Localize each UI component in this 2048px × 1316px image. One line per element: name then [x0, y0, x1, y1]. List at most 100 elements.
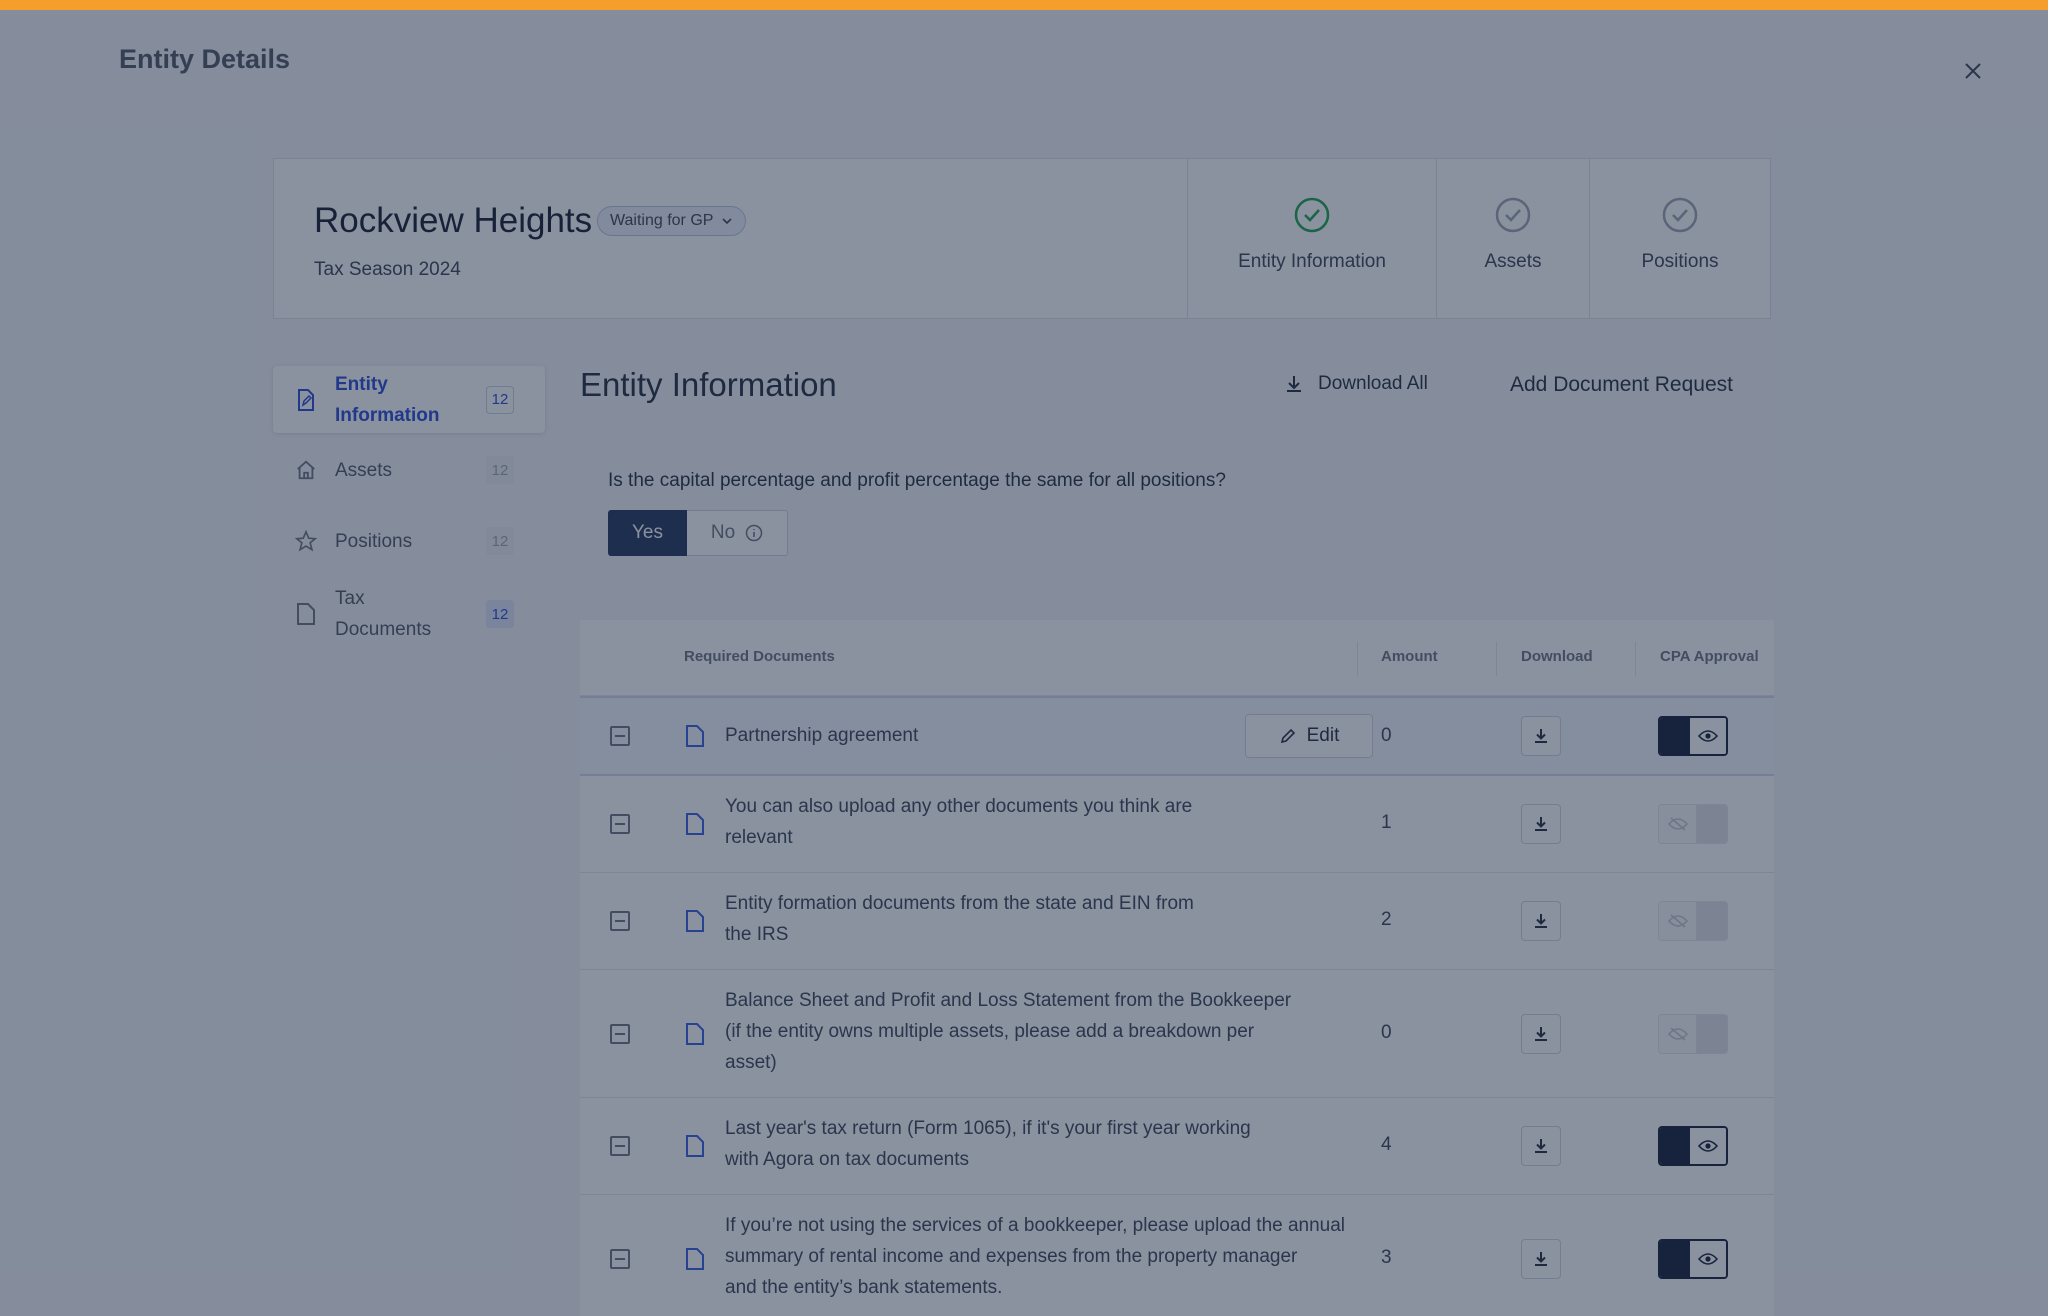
sidebar-item-positions[interactable]: Positions 12: [273, 513, 545, 569]
table-row[interactable]: Balance Sheet and Profit and Loss Statem…: [580, 970, 1774, 1098]
table-row[interactable]: Last year's tax return (Form 1065), if i…: [580, 1098, 1774, 1195]
download-icon: [1535, 1252, 1547, 1266]
accent-bar: [0, 0, 2048, 10]
check-circle-icon: [1495, 197, 1531, 233]
document-icon: [686, 1023, 704, 1045]
edit-label: Edit: [1306, 725, 1340, 746]
yes-option[interactable]: Yes: [608, 510, 687, 556]
sidebar-item-count: 12: [486, 600, 514, 628]
info-icon: [745, 524, 763, 542]
step-positions[interactable]: Positions: [1589, 159, 1770, 318]
toggle-track: [1660, 718, 1690, 754]
column-header-amount: Amount: [1381, 648, 1438, 665]
cpa-approval-toggle[interactable]: [1658, 901, 1728, 941]
status-dropdown[interactable]: Waiting for GP: [597, 206, 747, 236]
document-name: If you’re not using the services of a bo…: [725, 1215, 1346, 1298]
cpa-approval-toggle[interactable]: [1658, 1014, 1728, 1054]
check-circle-icon: [1662, 197, 1698, 233]
step-label: Assets: [1484, 251, 1542, 272]
sidebar-item-assets[interactable]: Assets 12: [273, 442, 545, 498]
column-divider: [1357, 642, 1358, 676]
cpa-approval-toggle[interactable]: [1658, 804, 1728, 844]
question-text: Is the capital percentage and profit per…: [608, 470, 1226, 491]
document-amount: 0: [1381, 725, 1392, 746]
eye-off-icon: [1659, 805, 1697, 843]
documents-table: Required Documents Amount Download CPA A…: [580, 620, 1774, 1316]
toggle-track: [1697, 902, 1727, 940]
add-document-request-button[interactable]: Add Document Request: [1510, 373, 1733, 397]
edit-button[interactable]: Edit: [1245, 714, 1373, 758]
star-icon: [295, 529, 317, 552]
check-circle-icon: [1294, 197, 1330, 233]
step-label: Positions: [1641, 251, 1719, 272]
document-amount: 4: [1381, 1134, 1392, 1155]
step-entity-information[interactable]: Entity Information: [1187, 159, 1436, 318]
collapse-toggle[interactable]: [610, 726, 630, 746]
cpa-approval-toggle[interactable]: [1658, 1239, 1728, 1279]
collapse-toggle[interactable]: [610, 1136, 630, 1156]
column-header-download: Download: [1521, 648, 1593, 665]
document-amount: 0: [1381, 1022, 1392, 1043]
collapse-toggle[interactable]: [610, 1249, 630, 1269]
tax-season: Tax Season 2024: [314, 259, 461, 280]
step-label: Entity Information: [1238, 251, 1386, 272]
download-all-label: Download All: [1318, 373, 1428, 394]
collapse-toggle[interactable]: [610, 911, 630, 931]
page-title: Entity Details: [119, 44, 291, 74]
collapse-toggle[interactable]: [610, 1024, 630, 1044]
sidebar-item-entity-information[interactable]: Entity Information 12: [273, 366, 545, 433]
sidebar-item-label: Entity Information: [335, 373, 440, 426]
eye-off-icon: [1659, 1015, 1697, 1053]
download-all-button[interactable]: Download All: [1284, 373, 1428, 395]
toggle-track: [1697, 1015, 1727, 1053]
entity-details-page: Entity Details Rockview Heights Waiting …: [0, 10, 2048, 1316]
document-name: You can also upload any other documents …: [725, 796, 1193, 848]
table-row[interactable]: You can also upload any other documents …: [580, 776, 1774, 873]
yes-no-toggle: Yes No: [608, 510, 788, 556]
sidebar-item-count: 12: [486, 456, 514, 484]
toggle-track: [1660, 1128, 1690, 1164]
cpa-approval-toggle[interactable]: [1658, 716, 1728, 756]
download-icon: [1535, 1139, 1547, 1153]
sidebar-item-label: Tax Documents: [335, 588, 432, 640]
download-button[interactable]: [1521, 716, 1561, 756]
document-amount: 2: [1381, 909, 1392, 930]
sidebar-item-label: Assets: [335, 459, 393, 481]
section-title: Entity Information: [580, 366, 837, 403]
table-row[interactable]: Entity formation documents from the stat…: [580, 873, 1774, 970]
table-row[interactable]: If you’re not using the services of a bo…: [580, 1195, 1774, 1316]
document-icon: [686, 1135, 704, 1157]
chevron-down-icon: [722, 218, 733, 225]
step-assets[interactable]: Assets: [1436, 159, 1589, 318]
entity-header-card: Rockview Heights Waiting for GP Tax Seas…: [273, 158, 1771, 319]
sidebar-item-label: Positions: [335, 530, 413, 552]
sidebar-item-count: 12: [486, 527, 514, 555]
close-button[interactable]: [1958, 56, 1988, 86]
cpa-approval-toggle[interactable]: [1658, 1126, 1728, 1166]
download-button[interactable]: [1521, 1126, 1561, 1166]
no-option[interactable]: No: [687, 510, 788, 556]
column-header-documents: Required Documents: [684, 648, 835, 665]
document-edit-icon: [295, 388, 317, 411]
column-header-approval: CPA Approval: [1660, 648, 1759, 665]
download-button[interactable]: [1521, 1014, 1561, 1054]
eye-off-icon: [1659, 902, 1697, 940]
download-icon: [1535, 817, 1547, 831]
home-icon: [295, 459, 317, 481]
download-button[interactable]: [1521, 1239, 1561, 1279]
collapse-toggle[interactable]: [610, 814, 630, 834]
close-icon: [1965, 63, 1981, 79]
sidebar-item-tax-documents[interactable]: Tax Documents 12: [273, 579, 545, 649]
download-icon: [1535, 729, 1547, 743]
download-icon: [1287, 376, 1301, 392]
table-header: Required Documents Amount Download CPA A…: [580, 620, 1774, 696]
document-name: Last year's tax return (Form 1065), if i…: [725, 1118, 1251, 1170]
download-button[interactable]: [1521, 901, 1561, 941]
eye-icon: [1690, 1128, 1726, 1164]
pencil-icon: [1280, 728, 1295, 744]
download-button[interactable]: [1521, 804, 1561, 844]
toggle-track: [1697, 805, 1727, 843]
document-amount: 3: [1381, 1247, 1392, 1268]
table-row[interactable]: Partnership agreement Edit 0: [580, 696, 1774, 776]
download-icon: [1535, 914, 1547, 928]
